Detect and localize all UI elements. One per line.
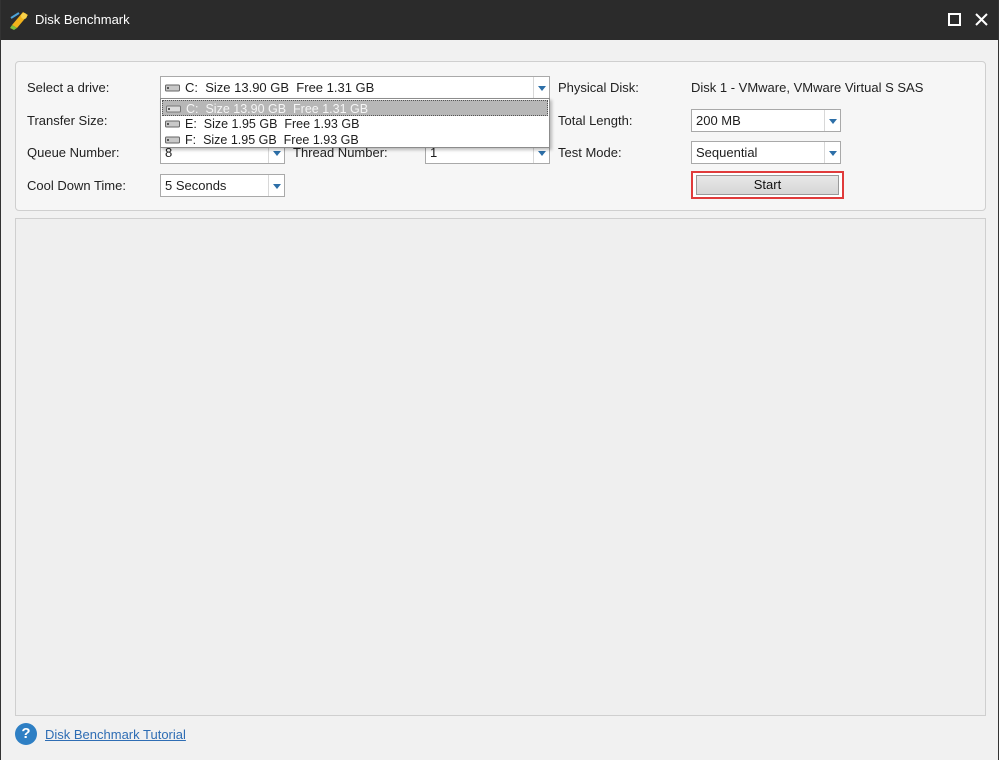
physical-disk-value: Disk 1 - VMware, VMware Virtual S SAS [691,80,924,95]
total-length-label: Total Length: [558,113,633,128]
select-drive-label: Select a drive: [27,80,110,95]
cool-down-value: 5 Seconds [165,178,227,193]
close-icon[interactable] [972,10,992,30]
drive-icon [165,136,180,144]
window-title: Disk Benchmark [35,12,130,27]
drive-free: Free 1.31 GB [296,80,375,95]
drive-size: Size 13.90 GB [205,80,290,95]
title-bar: Disk Benchmark [1,0,998,40]
chevron-down-icon[interactable] [824,142,840,163]
physical-disk-label: Physical Disk: [558,80,639,95]
chevron-down-icon[interactable] [533,77,549,98]
test-mode-label: Test Mode: [558,145,622,160]
results-area [15,218,986,716]
total-length-value: 200 MB [696,113,741,128]
cool-down-label: Cool Down Time: [27,178,126,193]
drive-icon [166,105,181,113]
maximize-icon[interactable] [945,10,965,30]
chevron-down-icon[interactable] [268,175,284,196]
help-icon[interactable]: ? [15,723,37,745]
transfer-size-label: Transfer Size: [27,113,108,128]
cool-down-select[interactable]: 5 Seconds [160,174,285,197]
disk-benchmark-window: Disk Benchmark Select a drive: C: Size 1… [0,0,999,760]
drive-icon [165,120,180,128]
start-button-label: Start [696,175,839,195]
test-mode-select[interactable]: Sequential [691,141,841,164]
drive-dropdown-list: C: Size 13.90 GB Free 1.31 GB E: Size 1.… [160,98,550,148]
drive-option-e[interactable]: E: Size 1.95 GB Free 1.93 GB [162,116,359,132]
drive-option-f[interactable]: F: Size 1.95 GB Free 1.93 GB [162,132,359,148]
tutorial-link[interactable]: Disk Benchmark Tutorial [45,727,186,742]
drive-icon [165,84,180,92]
drive-select[interactable]: C: Size 13.90 GB Free 1.31 GB [160,76,550,99]
chevron-down-icon[interactable] [824,110,840,131]
queue-number-label: Queue Number: [27,145,120,160]
test-mode-value: Sequential [696,145,758,160]
total-length-select[interactable]: 200 MB [691,109,841,132]
start-button[interactable]: Start [691,171,844,199]
app-logo-icon [10,12,28,30]
drive-letter: C: [185,80,198,95]
drive-option-c[interactable]: C: Size 13.90 GB Free 1.31 GB [162,100,548,116]
